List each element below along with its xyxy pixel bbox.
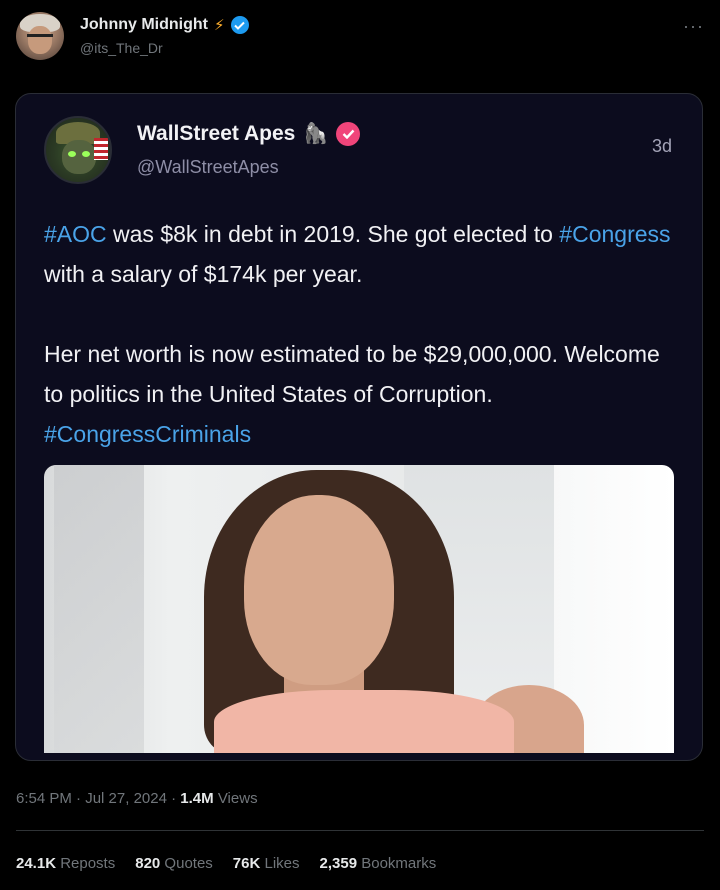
tweet-text-segment: with a salary of $174k per year. <box>44 261 363 287</box>
hashtag-link[interactable]: #CongressCriminals <box>44 421 251 447</box>
post-meta: 6:54 PM · Jul 27, 2024 · 1.4M Views <box>16 790 258 807</box>
tweet-paragraph: #AOC was $8k in debt in 2019. She got el… <box>44 214 684 294</box>
divider <box>16 830 704 831</box>
quoted-tweet-card[interactable]: WallStreet Apes 🦍 @WallStreetApes 3d #AO… <box>15 93 703 761</box>
lightning-bolt-icon: ⚡ <box>213 16 225 34</box>
bookmarks-count: 2,359 <box>319 855 358 872</box>
likes-count: 76K <box>232 855 261 872</box>
tweet-text-segment: Her net worth is now estimated to be $29… <box>44 341 660 407</box>
gorilla-icon: 🦍 <box>303 123 329 145</box>
reposts-label: Reposts <box>56 855 116 872</box>
post-page: Johnny Midnight ⚡ @its_The_Dr ··· WallSt… <box>0 0 720 890</box>
hashtag-link[interactable]: #AOC <box>44 221 107 247</box>
views-count: 1.4M <box>180 790 214 807</box>
tweet-text-segment: was $8k in debt in 2019. She got elected… <box>106 221 560 247</box>
author-handle[interactable]: @its_The_Dr <box>80 40 163 56</box>
quotes-label: Quotes <box>160 855 213 872</box>
bookmarks-stat[interactable]: 2,359 Bookmarks <box>320 855 437 872</box>
verified-badge-icon <box>230 16 249 34</box>
quotes-stat[interactable]: 820 Quotes <box>135 855 213 872</box>
engagement-stats: 24.1K Reposts 820 Quotes 76K Likes 2,359… <box>16 855 436 872</box>
reposts-count: 24.1K <box>16 855 57 872</box>
quoted-author-name-row: WallStreet Apes 🦍 <box>137 122 361 146</box>
post-time[interactable]: 6:54 PM <box>16 790 72 807</box>
author-name[interactable]: Johnny Midnight <box>80 16 208 34</box>
quoted-author-name[interactable]: WallStreet Apes <box>137 122 295 146</box>
views-label: Views <box>213 790 258 807</box>
post-date[interactable]: Jul 27, 2024 <box>85 790 167 807</box>
more-options-icon[interactable]: ··· <box>683 16 704 37</box>
tweet-photo[interactable] <box>44 465 674 753</box>
quoted-author-avatar[interactable] <box>44 116 112 184</box>
verified-badge-icon <box>336 122 361 146</box>
quoted-tweet-text: #AOC was $8k in debt in 2019. She got el… <box>44 214 684 454</box>
likes-label: Likes <box>260 855 300 872</box>
tweet-paragraph: Her net worth is now estimated to be $29… <box>44 334 684 454</box>
quotes-count: 820 <box>135 855 161 872</box>
meta-separator: · <box>166 790 181 807</box>
likes-stat[interactable]: 76K Likes <box>233 855 300 872</box>
hashtag-link[interactable]: #Congress <box>559 221 670 247</box>
author-avatar[interactable] <box>16 12 64 60</box>
meta-separator: · <box>71 790 86 807</box>
reposts-stat[interactable]: 24.1K Reposts <box>16 855 115 872</box>
bookmarks-label: Bookmarks <box>357 855 437 872</box>
quoted-tweet-time[interactable]: 3d <box>652 136 672 157</box>
author-name-row: Johnny Midnight ⚡ <box>80 16 249 34</box>
quoted-author-handle[interactable]: @WallStreetApes <box>137 157 279 178</box>
post-header: Johnny Midnight ⚡ @its_The_Dr ··· <box>16 10 704 66</box>
